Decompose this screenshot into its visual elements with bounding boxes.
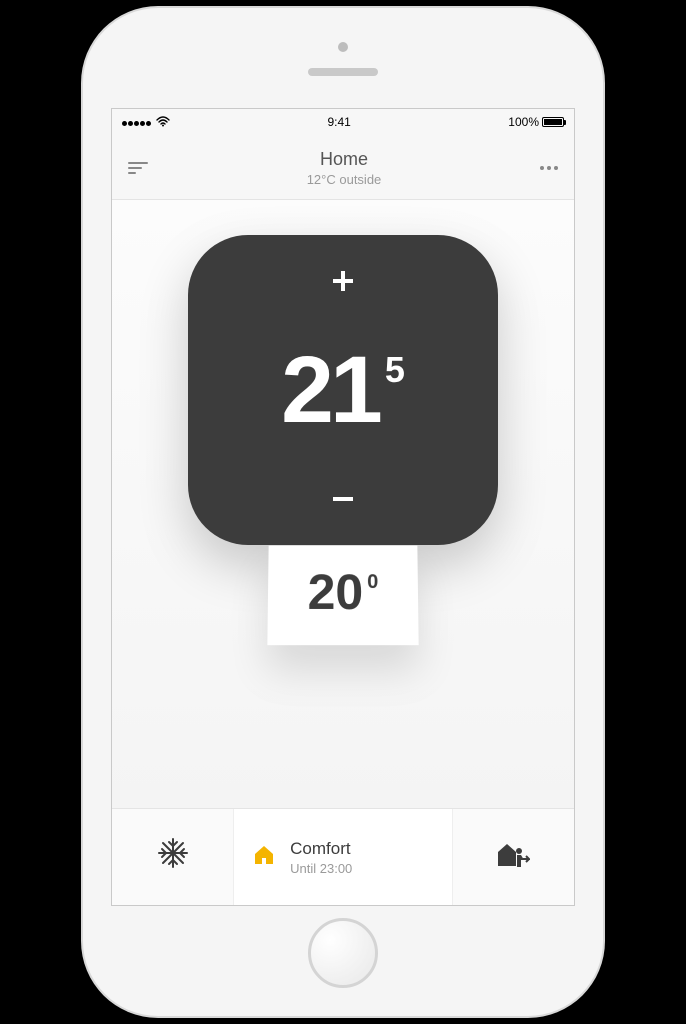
status-right: 100% [508,115,564,129]
snowflake-icon [157,837,189,877]
wifi-icon [156,115,170,130]
current-temperature-box: 20 0 [267,546,418,645]
mode-label: Comfort [290,839,352,859]
setpoint-whole: 21 [281,343,379,438]
frost-mode-button[interactable] [112,809,234,905]
mode-cell[interactable]: Comfort Until 23:00 [234,809,453,905]
header-center: Home 12°C outside [307,149,382,187]
setpoint-fraction: 5 [385,349,405,391]
header-title: Home [307,149,382,170]
home-icon [252,843,276,872]
app-header: Home 12°C outside [112,135,574,200]
mode-until: Until 23:00 [290,861,352,876]
mode-text: Comfort Until 23:00 [290,839,352,876]
battery-text: 100% [508,115,539,129]
status-left [122,115,170,130]
filter-icon[interactable] [128,159,148,177]
status-time: 9:41 [327,115,350,129]
phone-home-button[interactable] [308,918,378,988]
current-temperature: 20 0 [268,567,419,617]
battery-icon [542,117,564,127]
header-subtitle: 12°C outside [307,172,382,187]
decrease-button[interactable] [327,483,359,515]
status-bar: 9:41 100% [112,109,574,135]
current-whole: 20 [307,567,363,617]
signal-icon [122,115,152,129]
phone-speaker [308,68,378,76]
phone-camera [338,42,348,52]
away-icon [496,840,530,875]
app-screen: 9:41 100% Home 12°C outside 21 5 [111,108,575,906]
current-fraction: 0 [367,571,378,594]
phone-frame: 9:41 100% Home 12°C outside 21 5 [83,8,603,1016]
thermostat-area: 21 5 20 0 [112,200,574,808]
increase-button[interactable] [327,265,359,297]
thermostat-display: 21 5 [188,235,498,545]
away-mode-button[interactable] [453,809,574,905]
more-icon[interactable] [540,166,558,170]
setpoint-temperature: 21 5 [281,343,405,438]
bottom-bar: Comfort Until 23:00 [112,808,574,905]
